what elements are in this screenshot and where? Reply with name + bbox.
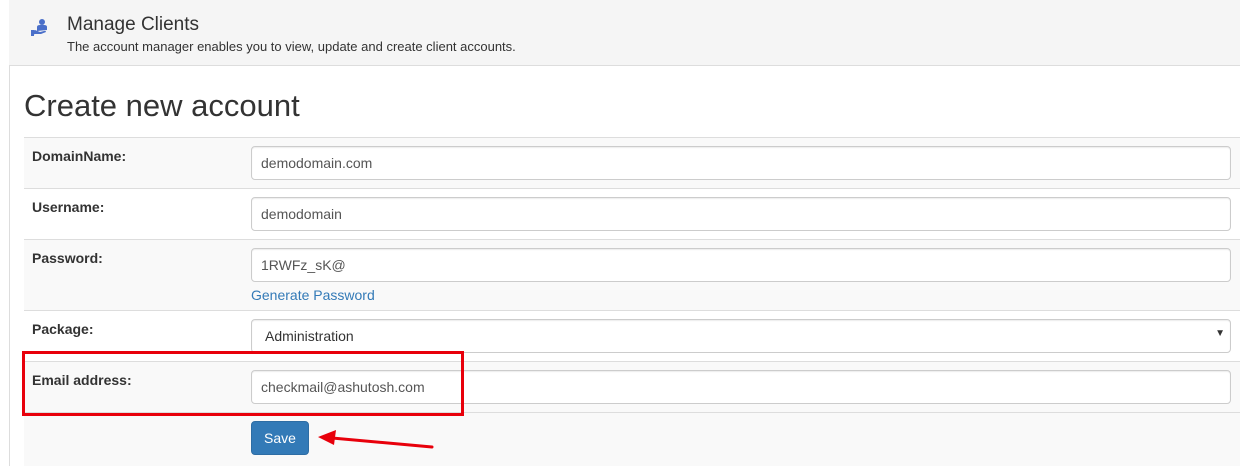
- domain-row: DomainName:: [24, 137, 1240, 188]
- username-row: Username:: [24, 188, 1240, 239]
- page-header: Manage Clients The account manager enabl…: [9, 0, 1240, 66]
- page-title: Manage Clients: [67, 14, 200, 35]
- form-title: Create new account: [24, 88, 300, 123]
- email-row: Email address:: [24, 361, 1240, 412]
- package-label: Package:: [32, 321, 94, 337]
- username-input[interactable]: [251, 197, 1231, 231]
- domain-label: DomainName:: [32, 148, 127, 164]
- package-row: Package: Administration ▼: [24, 310, 1240, 361]
- actions-row: Save: [24, 412, 1240, 466]
- password-input[interactable]: [251, 248, 1231, 282]
- password-label: Password:: [32, 250, 103, 266]
- package-select[interactable]: Administration ▼: [251, 319, 1231, 353]
- username-label: Username:: [32, 199, 105, 215]
- account-form: DomainName: Username: Password: Generate…: [24, 137, 1240, 466]
- package-selected-value: Administration: [265, 328, 354, 344]
- page-subtitle: The account manager enables you to view,…: [67, 39, 516, 54]
- password-row: Password: Generate Password: [24, 239, 1240, 310]
- page: Manage Clients The account manager enabl…: [0, 0, 1240, 466]
- email-label: Email address:: [32, 372, 132, 388]
- left-border: [9, 0, 10, 466]
- chevron-down-icon: ▼: [1215, 328, 1225, 339]
- generate-password-link[interactable]: Generate Password: [251, 287, 375, 303]
- email-input[interactable]: [251, 370, 1231, 404]
- hand-holding-user-icon: [31, 19, 47, 36]
- save-button[interactable]: Save: [251, 421, 309, 455]
- domain-input[interactable]: [251, 146, 1231, 180]
